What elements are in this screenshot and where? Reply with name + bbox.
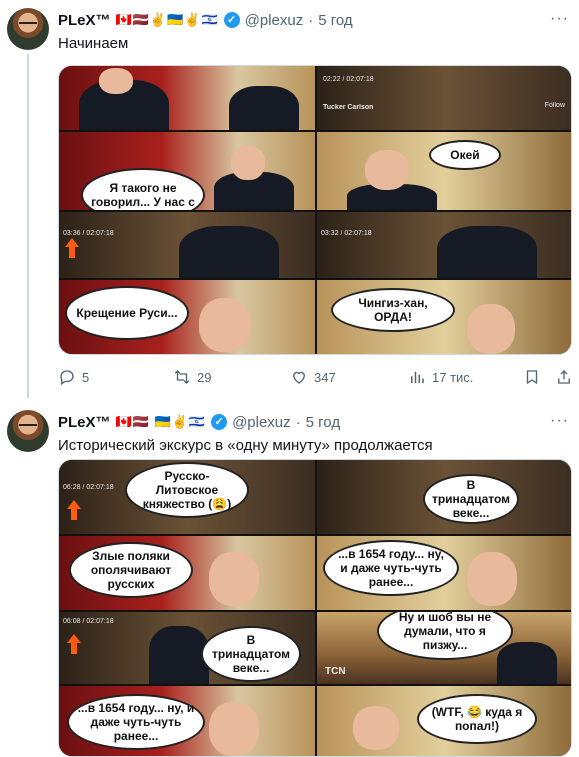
tweet-header: PLeX™ 🇨🇦🇱🇻 🇺🇦✌️🇮🇱 ✓ @plexuz · 5 год [58,411,340,433]
speech-bubble: В тринадцатом веке... [423,474,519,524]
avatar[interactable] [7,410,49,452]
media-frame: Злые поляки ополячивают русских [59,536,315,610]
tweet-media[interactable]: 06:28 / 02:07:18 Русско-Литовское княжес… [58,459,572,757]
media-frame: TCN Ну и шоб вы не думали, что я пизжу..… [317,612,571,684]
share-button[interactable] [555,368,573,386]
verified-badge-icon: ✓ [211,414,228,430]
more-options-icon[interactable]: ··· [550,412,569,430]
media-frame: 06:28 / 02:07:18 Русско-Литовское княжес… [59,460,315,534]
video-timecode: 06:28 / 02:07:18 [63,484,114,491]
author-handle[interactable]: @plexuz [232,414,291,431]
media-frame: 06:08 / 02:07:18 В тринадцатом веке... [59,612,315,684]
reply-count: 5 [82,369,90,385]
reply-icon [60,370,74,386]
like-count: 347 [314,369,336,385]
tweet[interactable]: PLeX™ 🇨🇦🇱🇻 🇺🇦✌️🇮🇱 ✓ @plexuz · 5 год ··· … [0,402,579,757]
media-frame: 02:22 / 02:07:18 Tucker Carlson Follow [317,66,571,130]
media-frame [59,66,315,130]
media-frame: Окей [317,132,571,210]
view-count: 17 тис. [432,369,474,385]
tweet-header: PLeX™ 🇨🇦🇱🇻✌️🇺🇦✌️🇮🇱 ✓ @plexuz · 5 год [58,9,353,31]
video-timecode: 06:08 / 02:07:18 [63,618,114,625]
timestamp[interactable]: 5 год [306,414,340,431]
timestamp[interactable]: 5 год [318,12,352,29]
author-flags: 🇨🇦🇱🇻✌️🇺🇦✌️🇮🇱 [115,12,219,27]
author-flags: 🇨🇦🇱🇻 🇺🇦✌️🇮🇱 [115,414,207,429]
speech-bubble: ...в 1654 году... ну, и даже чуть-чуть р… [323,540,459,596]
avatar[interactable] [7,8,49,50]
separator-dot: · [308,11,314,29]
author-name[interactable]: PLeX™ [58,414,111,431]
tcn-logo: TCN [325,666,346,677]
media-frame: ...в 1654 году... ну, и даже чуть-чуть р… [59,686,315,756]
retweet-count: 29 [197,369,212,385]
speech-bubble: (WTF, 😂 куда я попал!) [417,694,537,744]
thread-connector [27,54,29,398]
speech-bubble: Крещение Руси... [65,286,189,340]
speech-bubble: Чингиз-хан, ОРДА! [331,288,455,332]
speech-bubble: В тринадцатом веке... [201,626,301,682]
arrow-up-icon [67,500,81,520]
channel-name: Tucker Carlson [323,104,374,111]
tweet[interactable]: PLeX™ 🇨🇦🇱🇻✌️🇺🇦✌️🇮🇱 ✓ @plexuz · 5 год ···… [0,0,579,402]
video-timecode: 03:32 / 02:07:18 [321,230,372,237]
views-button[interactable]: 17 тис. [408,368,473,386]
author-handle[interactable]: @plexuz [245,12,304,29]
analytics-icon [411,371,424,383]
separator-dot: · [295,413,301,431]
video-timecode: 02:22 / 02:07:18 [323,76,374,83]
heart-icon [293,371,305,384]
media-frame: 03:36 / 02:07:18 [59,212,315,278]
media-frame: 03:32 / 02:07:18 [317,212,571,278]
bookmark-button[interactable] [523,368,541,386]
tweet-text: Исторический экскурс в «одну минуту» про… [58,437,433,454]
share-icon [558,370,570,384]
follow-label: Follow [544,102,565,109]
speech-bubble: Русско-Литовское княжество (😩) [125,462,249,518]
speech-bubble: Злые поляки ополячивают русских [69,542,193,598]
verified-badge-icon: ✓ [223,12,240,28]
media-frame: Я такого не говорил... У нас с [59,132,315,210]
media-frame: ...в 1654 году... ну, и даже чуть-чуть р… [317,536,571,610]
retweet-icon [174,370,190,384]
bookmark-icon [526,370,538,385]
more-options-icon[interactable]: ··· [550,10,569,28]
speech-bubble: ...в 1654 году... ну, и даже чуть-чуть р… [67,694,205,750]
speech-bubble: Окей [429,140,501,170]
tweet-media[interactable]: 02:22 / 02:07:18 Tucker Carlson Follow Я… [58,65,572,355]
tweet-actions: 5 29 347 17 тис. [58,367,572,387]
media-frame: В тринадцатом веке... [317,460,571,534]
retweet-button[interactable]: 29 [173,368,211,386]
media-frame: (WTF, 😂 куда я попал!) [317,686,571,756]
arrow-up-icon [67,634,81,654]
like-button[interactable]: 347 [290,368,336,386]
arrow-up-icon [65,238,79,258]
media-frame: Крещение Руси... [59,280,315,354]
reply-button[interactable]: 5 [58,368,89,386]
tweet-text: Начинаем [58,35,129,52]
video-timecode: 03:36 / 02:07:18 [63,230,114,237]
media-frame: Чингиз-хан, ОРДА! [317,280,571,354]
author-name[interactable]: PLeX™ [58,12,111,29]
